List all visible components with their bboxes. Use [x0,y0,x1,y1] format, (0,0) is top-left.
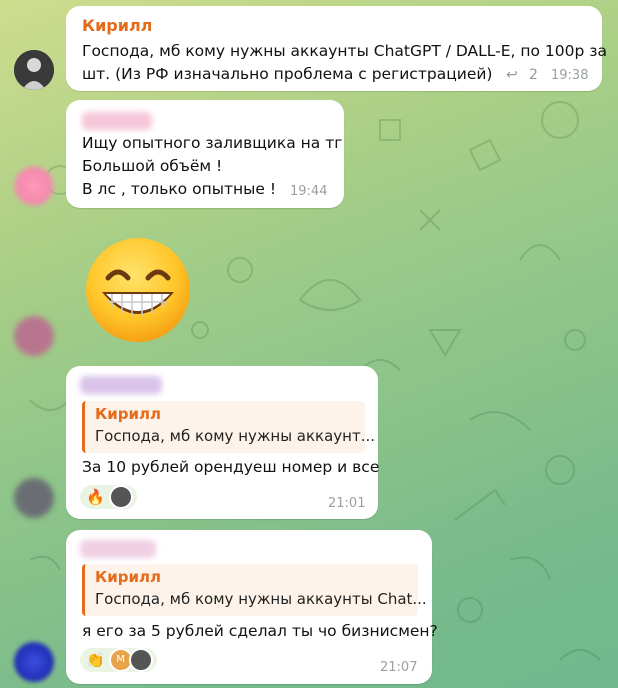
message-bubble[interactable]: Кирилл Господа, мб кому нужны аккаунты C… [66,530,438,684]
reaction-pill[interactable]: 🔥 [80,485,137,509]
message-time: 21:07 [380,660,418,675]
message-text: я его за 5 рублей сделал ты чо бизнисмен… [82,622,438,640]
reactions[interactable]: 👏 М [80,648,157,672]
reply-sender: Кирилл [95,568,161,586]
reply-text: Господа, мб кому нужны аккаунт... [95,427,376,445]
sender-name-blurred[interactable] [80,540,156,558]
reply-sender: Кирилл [95,405,161,423]
message-time: 21:01 [328,496,366,511]
sender-name-blurred[interactable] [82,112,152,130]
grinning-face-icon [86,238,190,342]
clapping-reaction-icon: 👏 [86,651,105,669]
reply-quote[interactable]: Кирилл Господа, мб кому нужны аккаунт... [82,401,376,453]
message-time: 19:38 [551,68,589,83]
reply-count[interactable]: 2 [529,67,538,83]
avatar[interactable] [14,642,54,682]
avatar[interactable] [14,166,54,206]
message-bubble[interactable]: Кирилл Господа, мб кому нужны аккаунты C… [66,6,607,91]
message-text: За 10 рублей орендуеш номер и все [82,458,380,476]
message-text-line: В лс , только опытные ! [82,180,277,198]
reaction-pill[interactable]: 👏 М [80,648,157,672]
message-text-line: Большой объём ! [82,157,223,175]
message-time: 19:44 [290,184,328,199]
sticker-grinning-emoji[interactable] [82,234,194,346]
reply-quote[interactable]: Кирилл Господа, мб кому нужны аккаунты C… [82,564,427,616]
avatar-photo-icon [14,50,54,90]
avatar[interactable] [14,316,54,356]
message-bubble[interactable]: Ищу опытного заливщика на тг Большой объ… [66,100,344,208]
avatar[interactable] [14,50,54,90]
message-text-line: Ищу опытного заливщика на тг [82,134,343,152]
sender-name[interactable]: Кирилл [82,16,152,35]
reactions[interactable]: 🔥 [80,485,137,509]
reply-arrow-icon[interactable]: ↩ [506,67,518,83]
reaction-user-avatar [108,485,133,509]
reply-text: Господа, мб кому нужны аккаунты Chat... [95,590,427,608]
message-text-line: Господа, мб кому нужны аккаунты ChatGPT … [82,42,608,60]
reaction-user-avatar [128,648,153,672]
fire-reaction-icon: 🔥 [86,488,105,506]
message-text-line: шт. (Из РФ изначально проблема с регистр… [82,65,493,83]
message-bubble[interactable]: Кирилл Господа, мб кому нужны аккаунт...… [66,366,380,519]
avatar[interactable] [14,478,54,518]
sender-name-blurred[interactable] [80,376,162,394]
